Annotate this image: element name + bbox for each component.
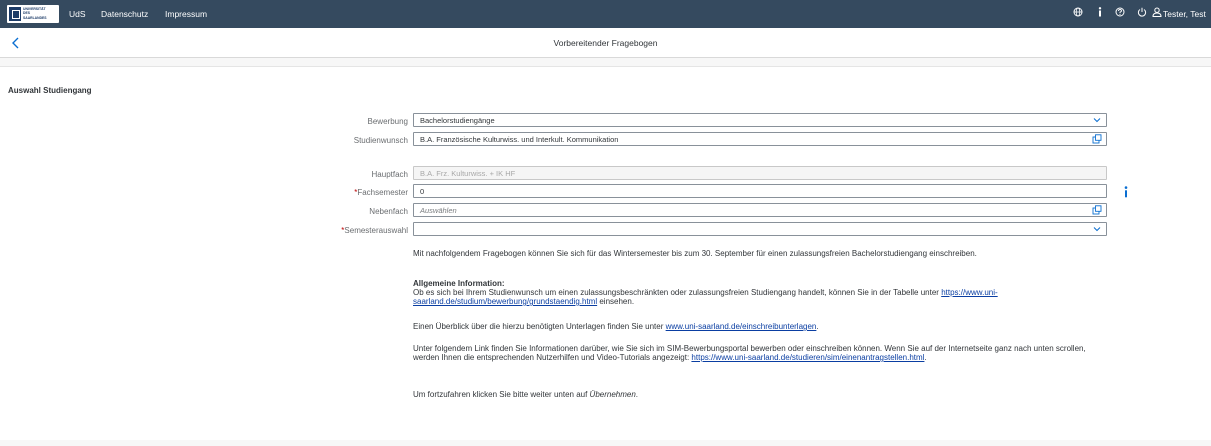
value-help-icon[interactable]	[1092, 134, 1102, 144]
nav-datenschutz[interactable]: Datenschutz	[101, 9, 148, 19]
einschreibunterlagen-link[interactable]: www.uni-saarland.de/einschreibunterlagen	[666, 322, 817, 331]
fachsemester-label: *Fachsemester	[354, 188, 408, 197]
form-content: Auswahl Studiengang Bewerbung Bachelorst…	[0, 66, 1211, 440]
info-heading: Allgemeine Information:	[413, 279, 505, 288]
shell-bar: UNIVERSITÄT DES SAARLANDES UdS Datenschu…	[0, 0, 1211, 28]
unterlagen-paragraph: Einen Überblick über die hierzu benötigt…	[413, 322, 819, 331]
info-paragraph: Ob es sich bei Ihrem Studienwunsch um ei…	[413, 288, 998, 306]
value-help-icon[interactable]	[1092, 205, 1102, 215]
antragstellen-link[interactable]: https://www.uni-saarland.de/studieren/si…	[691, 353, 924, 362]
chevron-down-icon[interactable]	[1092, 224, 1102, 234]
bewerbung-select[interactable]: Bachelorstudiengänge	[413, 113, 1107, 127]
sim-paragraph: Unter folgendem Link finden Sie Informat…	[413, 344, 1086, 362]
continue-paragraph: Um fortzufahren klicken Sie bitte weiter…	[413, 390, 639, 399]
nav-impressum[interactable]: Impressum	[165, 9, 207, 19]
intro-text: Mit nachfolgendem Fragebogen können Sie …	[413, 249, 977, 258]
studienwunsch-label: Studienwunsch	[353, 136, 408, 145]
section-title: Auswahl Studiengang	[8, 86, 92, 95]
fachsemester-value: 0	[420, 187, 425, 196]
nebenfach-field[interactable]: Auswählen	[413, 203, 1107, 217]
user-icon[interactable]	[1150, 7, 1164, 21]
bewerbung-label: Bewerbung	[367, 117, 408, 126]
semesterauswahl-select[interactable]	[413, 222, 1107, 236]
nav-uds[interactable]: UdS	[69, 9, 86, 19]
globe-icon[interactable]	[1071, 7, 1085, 21]
nebenfach-label: Nebenfach	[369, 207, 408, 216]
university-logo[interactable]: UNIVERSITÄT DES SAARLANDES	[7, 5, 59, 23]
fachsemester-input[interactable]: 0	[413, 184, 1107, 198]
fachsemester-info-icon[interactable]	[1123, 186, 1129, 198]
studienwunsch-value: B.A. Französische Kulturwiss. und Interk…	[420, 135, 619, 144]
hauptfach-value: B.A. Frz. Kulturwiss. + IK HF	[420, 169, 516, 178]
bewerbung-value: Bachelorstudiengänge	[420, 116, 495, 125]
user-name[interactable]: Tester, Test	[1163, 9, 1206, 19]
hauptfach-field: B.A. Frz. Kulturwiss. + IK HF	[413, 166, 1107, 180]
hauptfach-label: Hauptfach	[371, 170, 408, 179]
studienwunsch-field[interactable]: B.A. Französische Kulturwiss. und Interk…	[413, 132, 1107, 146]
crest-icon	[9, 7, 21, 21]
page-header: Vorbereitender Fragebogen	[0, 28, 1211, 58]
power-icon[interactable]	[1135, 7, 1149, 21]
info-icon[interactable]	[1093, 7, 1107, 21]
chevron-down-icon[interactable]	[1092, 115, 1102, 125]
semesterauswahl-label: *Semesterauswahl	[341, 226, 408, 235]
help-icon[interactable]	[1113, 7, 1127, 21]
logo-text: UNIVERSITÄT DES SAARLANDES	[23, 7, 47, 20]
page-title: Vorbereitender Fragebogen	[553, 38, 658, 48]
nebenfach-placeholder: Auswählen	[420, 206, 457, 215]
